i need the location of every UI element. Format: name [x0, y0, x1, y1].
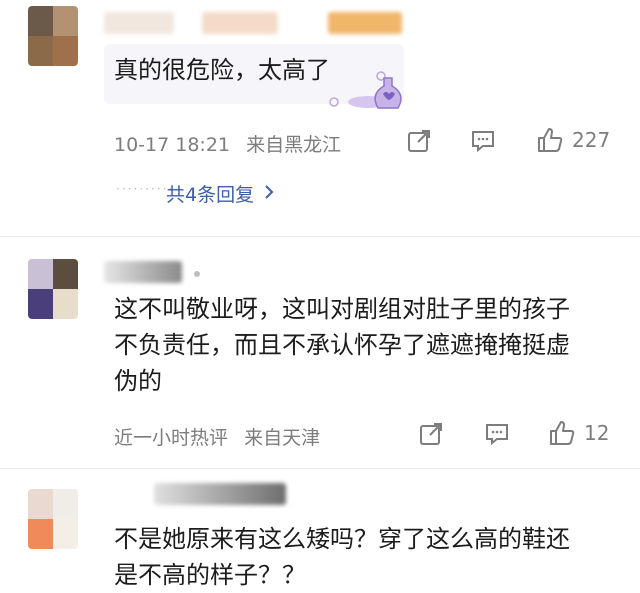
share-icon[interactable]: [418, 421, 444, 447]
username-blurred[interactable]: [104, 12, 174, 34]
thumbs-up-icon: [548, 419, 576, 447]
comment-location: 来自天津: [244, 427, 321, 449]
like-button[interactable]: 227: [536, 126, 610, 154]
comment-meta: 近一小时热评 来自天津: [114, 423, 320, 450]
comment-text-line: 这不叫敬业呀，这叫对剧组对肚子里的孩子: [114, 295, 570, 323]
comment-text-line: 伪的: [114, 367, 162, 395]
thumbs-up-icon: [536, 126, 564, 154]
comment-text-line: 不负责任，而且不承认怀孕了遮遮掩掩挺虚: [114, 331, 570, 359]
user-badge-blurred: [328, 12, 402, 34]
like-count: 12: [584, 421, 610, 445]
chevron-right-icon: [264, 183, 274, 205]
comment-icon[interactable]: [470, 128, 496, 154]
like-count: 227: [572, 128, 611, 152]
avatar[interactable]: [28, 489, 78, 549]
potion-sticker-icon: [326, 68, 410, 116]
avatar[interactable]: [28, 259, 78, 319]
username-blurred[interactable]: [154, 483, 286, 505]
comment-3: 不是她原来有这么矮吗？穿了这么高的鞋还 是不高的样子？？: [0, 469, 640, 591]
comment-icon[interactable]: [484, 421, 510, 447]
comment-location: 来自黑龙江: [246, 134, 342, 156]
username-blurred[interactable]: [104, 261, 182, 283]
share-icon[interactable]: [406, 128, 432, 154]
comment-2: 这不叫敬业呀，这叫对剧组对肚子里的孩子 不负责任，而且不承认怀孕了遮遮掩掩挺虚 …: [0, 237, 640, 467]
like-button[interactable]: 12: [548, 419, 609, 447]
comment-time: 10-17 18:21: [114, 134, 231, 156]
avatar[interactable]: [28, 6, 78, 66]
comment-meta: 10-17 18:21 来自黑龙江: [114, 130, 341, 157]
user-badge-blurred: [202, 12, 278, 34]
comment-text-line: 不是她原来有这么矮吗？穿了这么高的鞋还: [114, 525, 570, 553]
comment-time: 近一小时热评: [114, 427, 229, 449]
comment-1: 真的很危险，太高了 10-17 18:21 来自黑龙江 227 ········…: [0, 0, 640, 235]
comment-text-line: 真的很危险，太高了: [114, 56, 330, 84]
comment-text-line: 是不高的样子？？: [114, 561, 306, 589]
tag-dot: [194, 271, 200, 277]
replies-label: 共4条回复: [166, 184, 255, 206]
view-replies-link[interactable]: 共4条回复: [166, 180, 274, 207]
